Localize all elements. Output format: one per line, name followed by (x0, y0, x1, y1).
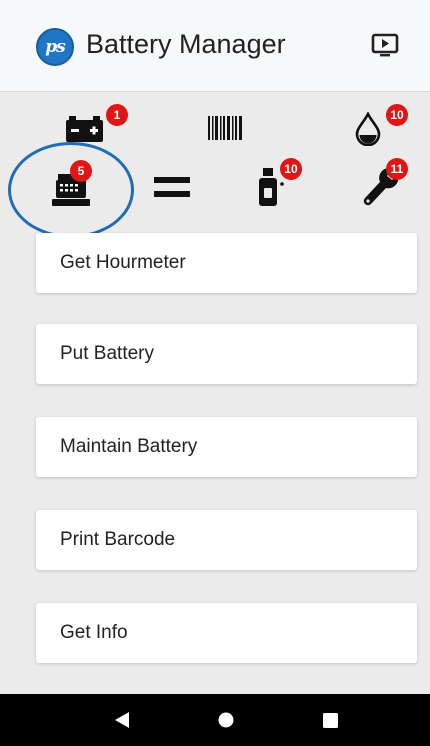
menu-maintain-battery[interactable]: Maintain Battery (36, 417, 417, 477)
system-nav-bar (0, 694, 430, 746)
water-badge: 10 (386, 104, 408, 126)
logo-text: ps (45, 37, 65, 57)
home-circle-icon (218, 712, 234, 728)
menu-item-label: Get Hourmeter (60, 252, 186, 273)
screen-cast-button[interactable] (368, 30, 402, 60)
barcode-button[interactable] (208, 116, 242, 145)
menu-get-hourmeter[interactable]: Get Hourmeter (36, 233, 417, 293)
spray-badge: 10 (280, 158, 302, 180)
app-logo: ps (36, 28, 74, 66)
wrench-badge: 11 (386, 158, 408, 180)
nav-home-button[interactable] (202, 694, 250, 746)
screen-cast-icon (371, 33, 399, 57)
battery-badge: 1 (106, 104, 128, 126)
equals-button[interactable] (154, 177, 190, 204)
nav-back-button[interactable] (98, 694, 146, 746)
barcode-icon (208, 116, 242, 140)
recents-square-icon (322, 712, 338, 728)
menu-put-battery[interactable]: Put Battery (36, 324, 417, 384)
battery-icon (66, 116, 103, 142)
menu-item-label: Get Info (60, 622, 128, 643)
water-drop-icon (355, 111, 381, 147)
nav-recents-button[interactable] (306, 694, 354, 746)
menu-get-info[interactable]: Get Info (36, 603, 417, 663)
menu-print-barcode[interactable]: Print Barcode (36, 510, 417, 570)
menu-item-label: Print Barcode (60, 529, 176, 550)
equals-icon (154, 177, 190, 197)
highlight-circle (8, 142, 134, 238)
app-bar: ps Battery Manager (0, 0, 430, 92)
menu-item-label: Maintain Battery (60, 436, 198, 457)
app-title: Battery Manager (86, 29, 286, 59)
water-button[interactable] (354, 111, 382, 151)
back-triangle-icon (115, 712, 129, 728)
menu-item-label: Put Battery (60, 343, 154, 364)
